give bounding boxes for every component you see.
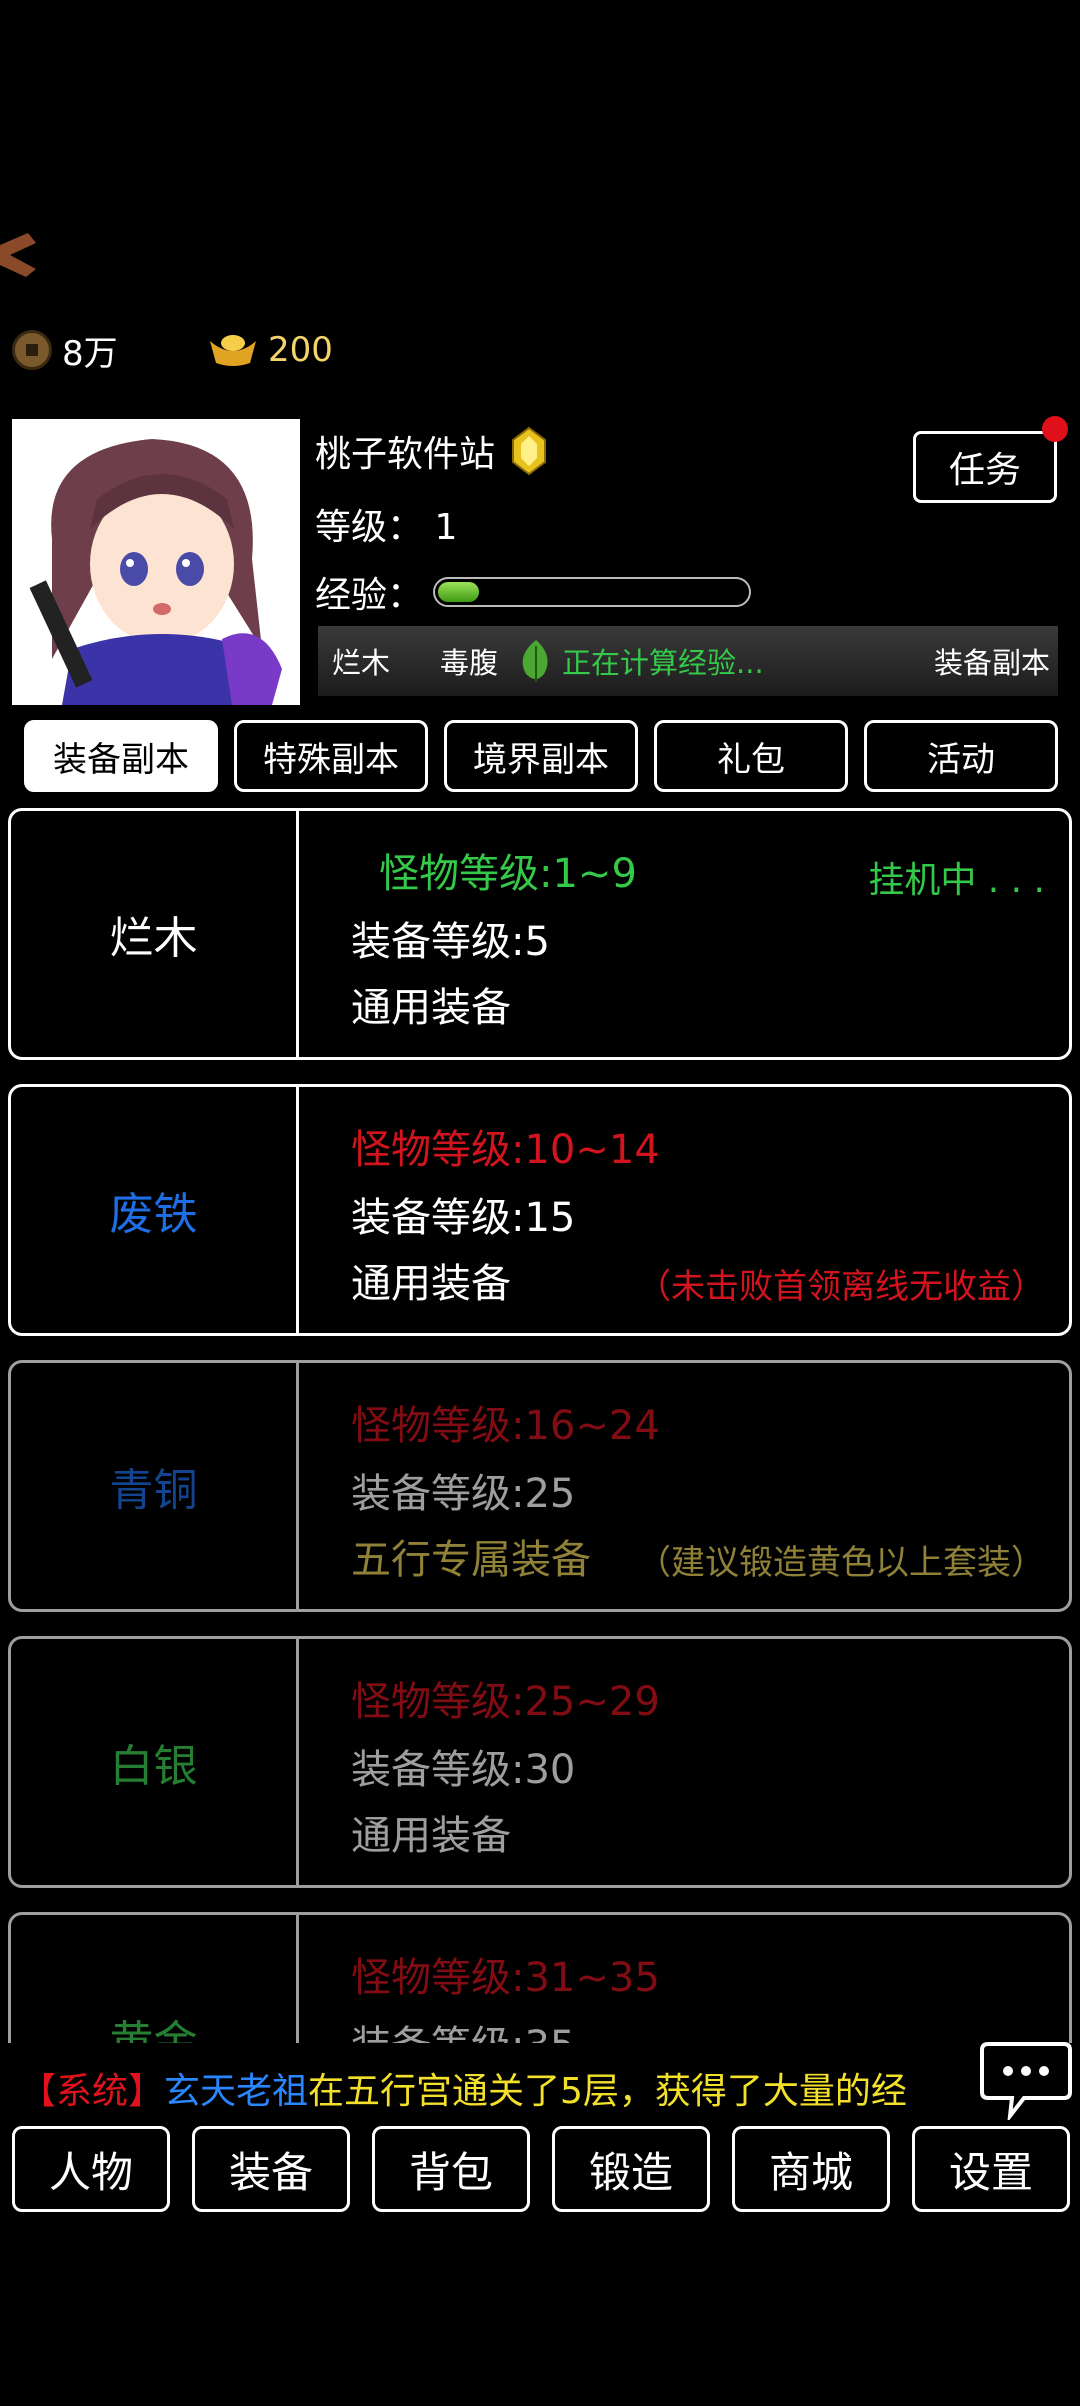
tab-equipment-dungeon[interactable]: 装备副本	[24, 720, 218, 792]
equip-type: 五行专属装备	[351, 1537, 591, 1583]
status-monster: 毒腹	[440, 646, 499, 680]
nav-shop[interactable]: 商城	[732, 2126, 890, 2212]
card-divider	[296, 1363, 299, 1609]
tab-realm-dungeon[interactable]: 境界副本	[444, 720, 638, 792]
dungeon-tier-name: 白银	[109, 1741, 198, 1792]
equip-type: 通用装备	[351, 1261, 511, 1307]
back-arrow-icon[interactable]	[0, 225, 40, 285]
coin-amount: 8万	[62, 333, 118, 374]
ingot-balance: 200	[208, 322, 333, 378]
dungeon-tabs: 装备副本 特殊副本 境界副本 礼包 活动	[24, 720, 1058, 792]
dungeon-card-silver[interactable]: 白银 怪物等级:25~29 装备等级:30 通用装备	[8, 1636, 1072, 1888]
notification-dot	[1042, 416, 1068, 442]
system-text: 在五行宫通关了5层，获得了大量的经	[308, 2071, 907, 2112]
idle-status: 挂机中 . . .	[868, 860, 1045, 901]
dungeon-note: （未击败首领离线无收益）	[637, 1267, 1045, 1307]
dungeon-tier-name: 废铁	[109, 1189, 198, 1240]
coin-balance: 8万	[12, 322, 118, 378]
equip-type: 通用装备	[351, 985, 511, 1031]
dungeon-tier-name: 黄金	[109, 2017, 198, 2043]
ingot-amount: 200	[268, 330, 333, 370]
nav-equipment[interactable]: 装备	[192, 2126, 350, 2212]
equip-level: 装备等级:15	[351, 1195, 576, 1241]
player-name-row: 桃子软件站	[315, 425, 549, 477]
equip-type: 通用装备	[351, 1813, 511, 1859]
gold-ingot-icon	[210, 335, 256, 366]
card-divider	[296, 1087, 299, 1333]
dungeon-card-gold[interactable]: 黄金 怪物等级:31~35 装备等级:35	[8, 1912, 1072, 2043]
status-message: 正在计算经验...	[562, 646, 764, 680]
dungeon-card-rotten-wood[interactable]: 烂木 怪物等级:1~9 挂机中 . . . 装备等级:5 通用装备	[8, 808, 1072, 1060]
bottom-nav: 人物 装备 背包 锻造 商城 设置	[12, 2126, 1070, 2212]
exp-progress-fill	[438, 582, 479, 602]
player-name: 桃子软件站	[315, 434, 496, 475]
card-divider	[296, 1915, 299, 2043]
dungeon-card-scrap-iron[interactable]: 废铁 怪物等级:10~14 装备等级:15 通用装备 （未击败首领离线无收益）	[8, 1084, 1072, 1336]
exp-progress-bar	[433, 577, 752, 607]
tab-special-dungeon[interactable]: 特殊副本	[234, 720, 428, 792]
equip-level: 装备等级:25	[351, 1471, 576, 1517]
monster-level: 怪物等级:10~14	[351, 1127, 660, 1173]
chat-bubble-icon[interactable]	[980, 2040, 1072, 2120]
nav-settings[interactable]: 设置	[912, 2126, 1070, 2212]
monster-level: 怪物等级:16~24	[351, 1403, 660, 1449]
dungeon-note: （建议锻造黄色以上套装）	[637, 1543, 1045, 1583]
nav-character[interactable]: 人物	[12, 2126, 170, 2212]
card-divider	[296, 1639, 299, 1885]
task-button[interactable]: 任务	[913, 431, 1057, 503]
system-prefix: 【系统】	[20, 2071, 165, 2112]
status-map: 烂木	[332, 646, 391, 680]
exp-row: 经验：	[315, 566, 752, 618]
level-row: 等级： 1	[315, 498, 457, 550]
character-avatar[interactable]	[12, 419, 300, 705]
nav-forge[interactable]: 锻造	[552, 2126, 710, 2212]
vip-gem-icon	[512, 426, 547, 476]
system-message: 【系统】玄天老祖在五行宫通关了5层，获得了大量的经	[20, 2062, 980, 2114]
leaf-icon	[522, 640, 548, 682]
idle-status-bar: 烂木 毒腹 正在计算经验... 装备副本	[318, 626, 1058, 696]
exp-label: 经验：	[315, 575, 424, 616]
tab-events[interactable]: 活动	[864, 720, 1058, 792]
level-label: 等级：	[315, 507, 424, 548]
equip-level: 装备等级:5	[351, 919, 550, 965]
dungeon-list: 烂木 怪物等级:1~9 挂机中 . . . 装备等级:5 通用装备 废铁 怪物等…	[8, 808, 1072, 2043]
coin-icon	[12, 330, 52, 370]
dungeon-tier-name: 青铜	[109, 1465, 198, 1516]
level-value: 1	[434, 507, 458, 548]
nav-backpack[interactable]: 背包	[372, 2126, 530, 2212]
equip-level: 装备等级:35	[351, 2013, 575, 2043]
tab-gift-pack[interactable]: 礼包	[654, 720, 848, 792]
monster-level: 怪物等级:31~35	[351, 1955, 660, 2001]
monster-level: 怪物等级:1~9	[379, 851, 637, 897]
dungeon-tier-name: 烂木	[109, 913, 198, 964]
system-player: 玄天老祖	[164, 2071, 309, 2112]
equip-level: 装备等级:30	[351, 1747, 576, 1793]
monster-level: 怪物等级:25~29	[351, 1679, 660, 1725]
card-divider	[296, 811, 299, 1057]
dungeon-card-bronze[interactable]: 青铜 怪物等级:16~24 装备等级:25 五行专属装备 （建议锻造黄色以上套装…	[8, 1360, 1072, 1612]
status-mode: 装备副本	[933, 646, 1050, 680]
